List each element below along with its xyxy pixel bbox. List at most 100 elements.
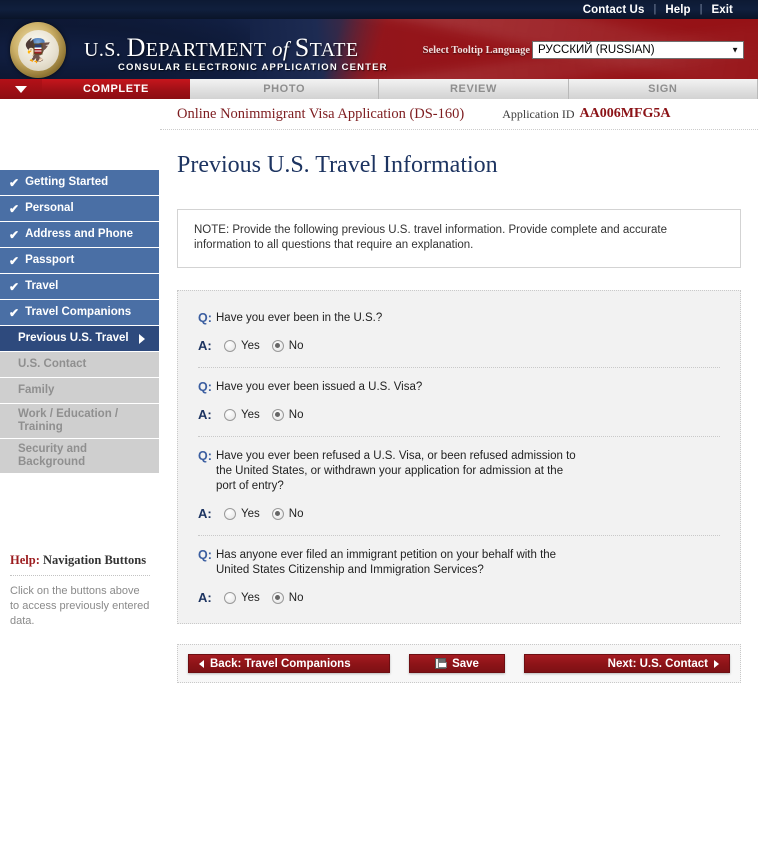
sidebar-item-personal[interactable]: ✔ Personal [0,196,159,221]
sidebar-item-travel[interactable]: ✔ Travel [0,274,159,299]
question-marker: Q: [198,548,212,562]
answer-row: A: Yes No [198,338,720,353]
radio-option-no[interactable]: No [271,408,303,421]
help-panel-body: Click on the buttons above to access pre… [10,585,150,627]
question-text: Have you ever been issued a U.S. Visa? [216,381,423,393]
triangle-right-icon [714,659,719,668]
question-block: Q: Have you ever been issued a U.S. Visa… [178,380,740,422]
radio-label-no: No [288,591,304,604]
answer-marker: A: [198,590,212,605]
sidebar-item-label: Work / Education / Training [18,408,119,433]
questions-panel: Q: Have you ever been in the U.S.? A: Ye… [177,290,741,624]
save-button-label: Save [452,657,479,670]
radio-option-no[interactable]: No [271,339,304,352]
radio-no[interactable] [271,507,284,520]
title-tate: TATE [309,39,359,61]
language-label: Select Tooltip Language [422,45,530,56]
sidebar-item-label: Security and Background [18,443,88,468]
back-button[interactable]: Back: Travel Companions [188,654,390,673]
sidebar-item-security-and-background[interactable]: Security and Background [0,439,159,473]
title-epartment: EPARTMENT [145,39,267,61]
radio-option-yes[interactable]: Yes [224,408,260,421]
radio-option-no[interactable]: No [271,591,304,604]
answer-marker: A: [198,506,212,521]
radio-dot [275,343,281,348]
form-navigation-bar: Back: Travel Companions Save Next: U.S. … [177,644,741,683]
check-icon: ✔ [9,253,20,268]
sidebar-item-label: Family [18,384,55,396]
radio-group: Yes No [224,339,315,352]
answer-marker: A: [198,338,212,353]
radio-yes[interactable] [224,339,236,352]
radio-option-yes[interactable]: Yes [224,507,260,520]
application-bar: Online Nonimmigrant Visa Application (DS… [160,99,758,130]
radio-option-yes[interactable]: Yes [224,339,260,352]
question-separator [198,535,720,536]
check-icon: ✔ [9,279,20,294]
sidebar-item-label: Previous U.S. Travel [18,332,129,344]
question-block: Q: Has anyone ever filed an immigrant pe… [178,548,740,605]
main-content: Online Nonimmigrant Visa Application (DS… [160,99,758,683]
application-name: Online Nonimmigrant Visa Application (DS… [177,105,465,122]
radio-dot [275,412,281,417]
section-tabs: COMPLETE PHOTO REVIEW SIGN [0,79,758,99]
question-text: Have you ever been refused a U.S. Visa, … [216,450,576,492]
radio-label-yes: Yes [241,591,260,604]
answer-row: A: Yes No [198,506,720,521]
sidebar-item-family[interactable]: Family [0,378,159,403]
help-panel-title: Help: Navigation Buttons [10,553,150,576]
radio-dot [275,511,281,516]
radio-option-yes[interactable]: Yes [224,591,260,604]
radio-label-no: No [288,339,304,352]
tab-complete[interactable]: COMPLETE [42,79,190,99]
tab-sign[interactable]: SIGN [568,79,758,99]
check-icon: ✔ [9,305,20,320]
sidebar-item-label: Travel Companions [25,306,132,318]
title-d: D [126,33,146,62]
radio-no[interactable] [271,339,284,352]
radio-yes[interactable] [224,591,236,604]
radio-yes[interactable] [224,408,236,421]
contact-us-link[interactable]: Contact Us [574,4,654,16]
sidebar-item-getting-started[interactable]: ✔ Getting Started [0,170,159,195]
top-utility-bar: Contact Us | Help | Exit [0,0,758,19]
sidebar-item-label: Personal [25,202,74,214]
tab-photo[interactable]: PHOTO [190,79,380,99]
sidebar-navigation: ✔ Getting Started ✔ Personal ✔ Address a… [0,99,160,474]
great-seal-inner: 🦅 [17,29,59,71]
radio-group: Yes No [224,408,315,421]
sidebar-item-label: Travel [25,280,59,292]
question-separator [198,367,720,368]
back-button-label: Back: Travel Companions [210,657,351,670]
check-icon: ✔ [9,175,20,190]
sidebar-item-us-contact[interactable]: U.S. Contact [0,352,159,377]
sidebar-item-travel-companions[interactable]: ✔ Travel Companions [0,300,159,325]
radio-no[interactable] [271,408,284,421]
question-text: Has anyone ever filed an immigrant petit… [216,549,557,576]
sidebar-item-address-and-phone[interactable]: ✔ Address and Phone [0,222,159,247]
save-button[interactable]: Save [409,654,505,673]
great-seal-icon: 🦅 [10,22,66,78]
page-root: Contact Us | Help | Exit 🦅 U.S. DEPARTME… [0,0,758,842]
sidebar-item-passport[interactable]: ✔ Passport [0,248,159,273]
exit-link[interactable]: Exit [703,4,743,16]
next-button[interactable]: Next: U.S. Contact [524,654,730,673]
triangle-down-icon [15,85,27,93]
help-panel: Help: Navigation Buttons Click on the bu… [0,545,160,639]
help-link[interactable]: Help [656,4,699,16]
radio-no[interactable] [271,591,284,604]
radio-option-no[interactable]: No [271,507,304,520]
seal-shield [33,43,43,55]
tab-review[interactable]: REVIEW [379,79,569,99]
title-of: of [266,37,295,61]
radio-group: Yes No [224,591,315,604]
language-selected-value: РУССКИЙ (RUSSIAN) [538,44,655,56]
triangle-left-icon [199,659,204,668]
sidebar-item-work-education-training[interactable]: Work / Education / Training [0,404,159,438]
radio-label-no: No [288,507,304,520]
radio-dot [275,595,281,600]
sidebar-item-previous-us-travel[interactable]: Previous U.S. Travel [0,326,159,351]
tooltip-language-select[interactable]: РУССКИЙ (RUSSIAN) ▼ [532,41,744,59]
radio-yes[interactable] [224,507,236,520]
tabs-arrow-cell [0,79,42,99]
